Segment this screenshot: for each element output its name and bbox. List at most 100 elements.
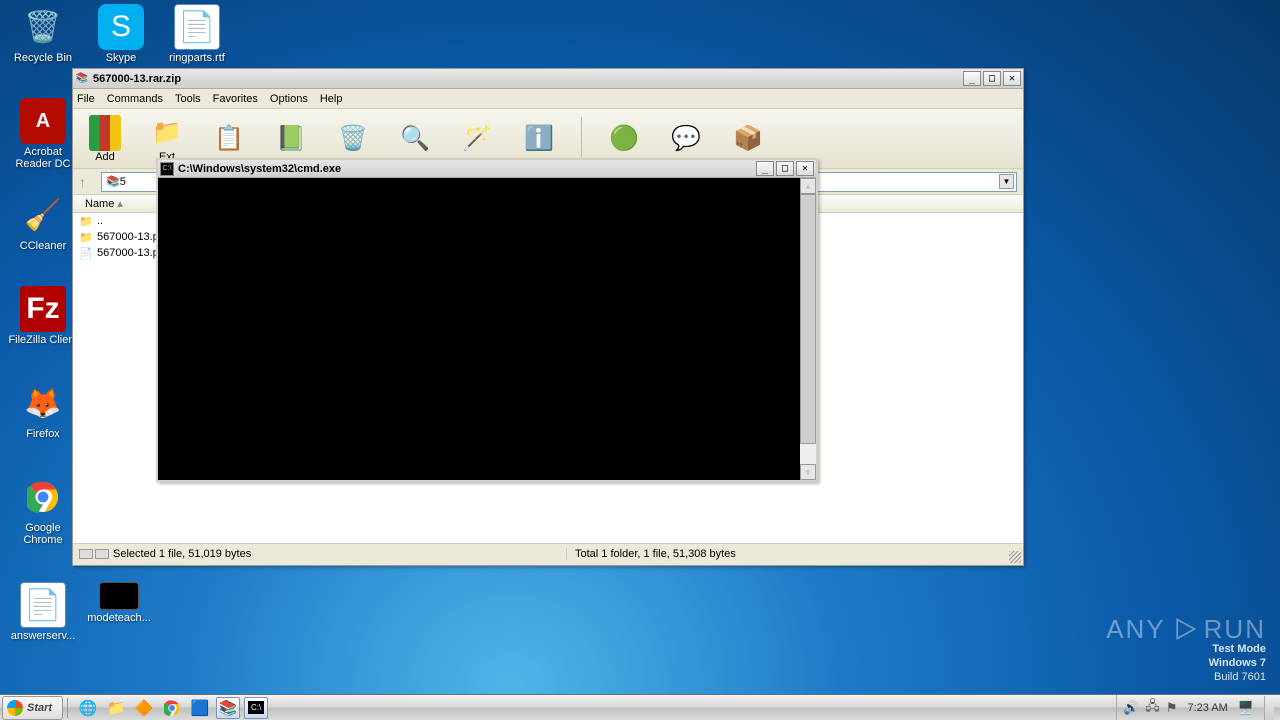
- scroll-thumb[interactable]: [800, 194, 816, 444]
- add-icon: [89, 115, 121, 151]
- folder-icon: 📁: [79, 231, 93, 244]
- label: Acrobat Reader DC: [6, 146, 80, 170]
- taskbar-clock[interactable]: 7:23 AM: [1183, 702, 1231, 714]
- winrar-titlebar[interactable]: 📚 567000-13.rar.zip _ □ ✕: [73, 69, 1023, 89]
- recycle-bin-icon: 🗑️: [20, 4, 66, 50]
- comment-icon: 💬: [668, 121, 704, 157]
- status-total: Total 1 folder, 1 file, 51,308 bytes: [567, 548, 736, 560]
- status-toggle[interactable]: [79, 549, 93, 559]
- tray-monitor-icon[interactable]: 🖥️: [1238, 700, 1254, 716]
- menu-tools[interactable]: Tools: [175, 93, 201, 105]
- desktop-icon-acrobat[interactable]: A Acrobat Reader DC: [6, 98, 80, 170]
- toolbar-test-button[interactable]: 📋: [205, 121, 253, 157]
- watermark: ANY RUN Test Mode Windows 7 Build 7601: [1106, 616, 1266, 684]
- chrome-icon: [20, 474, 66, 520]
- cmd-titlebar[interactable]: C:\ C:\Windows\system32\cmd.exe _ □ ✕: [158, 160, 816, 178]
- desktop-icon-modeteach[interactable]: modeteach...: [82, 582, 156, 624]
- cmd-title: C:\Windows\system32\cmd.exe: [178, 163, 756, 175]
- scroll-track[interactable]: [800, 194, 816, 464]
- toolbar-sfx-button[interactable]: 📦: [724, 121, 772, 157]
- path-text: 5: [120, 176, 126, 188]
- desktop-icon-chrome[interactable]: Google Chrome: [6, 474, 80, 546]
- menu-help[interactable]: Help: [320, 93, 343, 105]
- find-icon: 🔍: [397, 121, 433, 157]
- tray-network-icon[interactable]: 🖧: [1145, 697, 1160, 719]
- label: Firefox: [6, 428, 80, 440]
- label: modeteach...: [82, 612, 156, 624]
- close-button[interactable]: ✕: [1003, 71, 1021, 86]
- label: CCleaner: [6, 240, 80, 252]
- tray-volume-icon[interactable]: 🔊: [1123, 700, 1139, 716]
- winrar-statusbar: Selected 1 file, 51,019 bytes Total 1 fo…: [73, 543, 1023, 563]
- toolbar-find-button[interactable]: 🔍: [391, 121, 439, 157]
- filename: 567000-13.p: [97, 231, 159, 243]
- taskbar-cmd[interactable]: C:\: [244, 697, 268, 719]
- desktop-icon-recycle-bin[interactable]: 🗑️ Recycle Bin: [6, 4, 80, 64]
- windows-orb-icon: [7, 700, 23, 716]
- toolbar-wizard-button[interactable]: 🪄: [453, 121, 501, 157]
- minimize-button[interactable]: _: [756, 161, 774, 176]
- cmd-scrollbar[interactable]: ▲ ▼: [800, 178, 816, 480]
- toolbar-view-button[interactable]: 📗: [267, 121, 315, 157]
- watermark-os: Windows 7: [1106, 656, 1266, 670]
- tray-flag-icon[interactable]: ⚑: [1166, 700, 1178, 716]
- watermark-testmode: Test Mode: [1106, 642, 1266, 656]
- taskbar: Start 🌐 📁 🔶 🟦 📚 C:\ 🔊 🖧 ⚑ 7:23 AM 🖥️: [0, 694, 1280, 720]
- watermark-build: Build 7601: [1106, 670, 1266, 684]
- scroll-up-button[interactable]: ▲: [800, 178, 816, 194]
- toolbar-delete-button[interactable]: 🗑️: [329, 121, 377, 157]
- cmd-terminal[interactable]: ▲ ▼: [158, 178, 816, 480]
- minimize-button[interactable]: _: [963, 71, 981, 86]
- filezilla-icon: Fz: [20, 286, 66, 332]
- close-button[interactable]: ✕: [796, 161, 814, 176]
- taskbar-chrome[interactable]: [160, 697, 184, 719]
- toolbar-add-button[interactable]: Add: [81, 115, 129, 163]
- desktop-icon-ringparts[interactable]: 📄 ringparts.rtf: [160, 4, 234, 64]
- taskbar-vlc[interactable]: 🔶: [132, 697, 156, 719]
- start-button[interactable]: Start: [2, 696, 63, 720]
- start-label: Start: [27, 702, 52, 714]
- taskbar-edge[interactable]: 🟦: [188, 697, 212, 719]
- desktop-icon-filezilla[interactable]: Fz FileZilla Client: [6, 286, 80, 346]
- toolbar-info-button[interactable]: ℹ️: [515, 121, 563, 157]
- file-icon: 📄: [79, 247, 93, 260]
- label: FileZilla Client: [6, 334, 80, 346]
- desktop-icon-firefox[interactable]: 🦊 Firefox: [6, 380, 80, 440]
- label: ringparts.rtf: [160, 52, 234, 64]
- menu-options[interactable]: Options: [270, 93, 308, 105]
- info-icon: ℹ️: [521, 121, 557, 157]
- scroll-down-button[interactable]: ▼: [800, 464, 816, 480]
- toolbar-extract-button[interactable]: 📁Ext: [143, 115, 191, 163]
- acrobat-icon: A: [20, 98, 66, 144]
- status-toggle[interactable]: [95, 549, 109, 559]
- winrar-app-icon: 📚: [75, 72, 89, 86]
- maximize-button[interactable]: □: [776, 161, 794, 176]
- virus-icon: 🟢: [606, 121, 642, 157]
- path-dropdown-button[interactable]: ▼: [999, 174, 1014, 189]
- menu-favorites[interactable]: Favorites: [213, 93, 258, 105]
- show-desktop-button[interactable]: [1264, 696, 1274, 720]
- taskbar-ie[interactable]: 🌐: [76, 697, 100, 719]
- menu-commands[interactable]: Commands: [107, 93, 163, 105]
- resize-grip[interactable]: [1009, 551, 1021, 563]
- desktop-icon-skype[interactable]: S Skype: [84, 4, 158, 64]
- toolbar-virusscan-button[interactable]: 🟢: [600, 121, 648, 157]
- taskbar-explorer[interactable]: 📁: [104, 697, 128, 719]
- anyrun-logo: ANY RUN: [1106, 616, 1266, 642]
- desktop-icon-ccleaner[interactable]: 🧹 CCleaner: [6, 192, 80, 252]
- firefox-icon: 🦊: [20, 380, 66, 426]
- label: Recycle Bin: [6, 52, 80, 64]
- taskbar-winrar[interactable]: 📚: [216, 697, 240, 719]
- cmd-file-icon: [99, 582, 139, 610]
- label: answerserv...: [6, 630, 80, 642]
- extract-icon: 📁: [149, 115, 185, 151]
- desktop-icon-answerserv[interactable]: 📄 answerserv...: [6, 582, 80, 642]
- toolbar-comment-button[interactable]: 💬: [662, 121, 710, 157]
- up-button[interactable]: ↑: [79, 174, 95, 190]
- toolbar-separator: [581, 117, 582, 161]
- menu-file[interactable]: File: [77, 93, 95, 105]
- maximize-button[interactable]: □: [983, 71, 1001, 86]
- col-name[interactable]: Name ▴: [79, 197, 159, 210]
- system-tray: 🔊 🖧 ⚑ 7:23 AM 🖥️: [1116, 695, 1280, 720]
- play-icon: [1172, 616, 1198, 642]
